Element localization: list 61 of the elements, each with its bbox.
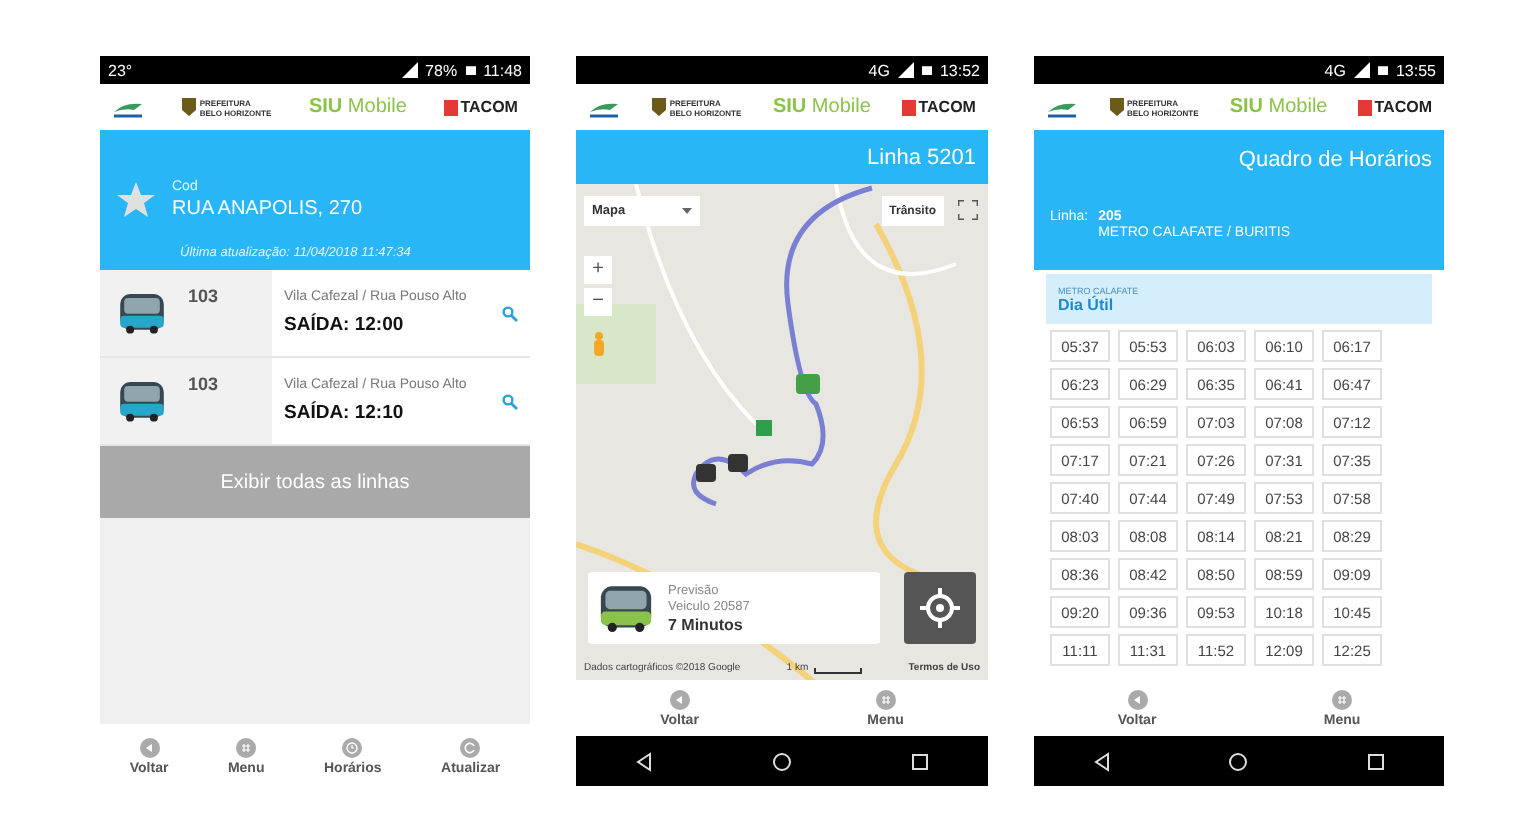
crosshair-icon xyxy=(920,588,960,628)
app-name: SIU Mobile xyxy=(1229,96,1328,118)
network-type: 4G xyxy=(868,61,890,79)
signal-icon xyxy=(1353,62,1370,78)
shield-icon xyxy=(651,98,666,116)
screen-title: Linha 5201 xyxy=(576,130,988,184)
locate-button[interactable] xyxy=(904,572,976,644)
partner-logo-icon xyxy=(902,99,917,115)
shield-icon xyxy=(181,98,196,116)
arrival-estimate: 7 Minutos xyxy=(668,615,745,633)
clock-icon xyxy=(342,738,363,758)
zoom-in-button[interactable]: + xyxy=(584,256,612,284)
bus-icon xyxy=(596,584,656,632)
status-time: 13:52 xyxy=(939,61,980,79)
home-icon[interactable] xyxy=(771,751,792,771)
refresh-icon xyxy=(460,738,481,758)
back-icon[interactable] xyxy=(634,751,655,771)
app-name: SIU Mobile xyxy=(772,96,871,118)
battery-icon xyxy=(1377,62,1388,78)
grid-icon xyxy=(875,689,896,709)
departure-time: SAÍDA: 12:10 xyxy=(284,402,406,424)
status-temperature: 23° xyxy=(108,61,133,79)
partner-name: TACOM xyxy=(460,98,518,116)
partner-name: TACOM xyxy=(1374,98,1432,116)
status-time: 13:55 xyxy=(1395,61,1436,79)
star-icon[interactable] xyxy=(116,181,156,219)
search-icon[interactable] xyxy=(502,306,518,322)
recents-icon[interactable] xyxy=(909,751,930,771)
grid-icon xyxy=(236,738,257,758)
app-name: SIU Mobile xyxy=(308,96,407,118)
caret-icon xyxy=(682,208,692,214)
grid-icon xyxy=(1332,689,1352,709)
battery-icon xyxy=(465,62,476,78)
line-number: 103 xyxy=(188,286,219,306)
scale-bar xyxy=(814,668,863,674)
zoom-out-button[interactable]: − xyxy=(584,288,612,316)
battery-icon xyxy=(921,62,932,78)
shield-icon xyxy=(1109,98,1124,116)
bus-icon xyxy=(116,380,168,422)
back-icon xyxy=(669,689,690,709)
partner-name: TACOM xyxy=(918,98,976,116)
signal-icon xyxy=(897,62,914,78)
home-icon[interactable] xyxy=(1228,751,1249,771)
departure-time: SAÍDA: 12:00 xyxy=(284,314,406,336)
status-time: 11:48 xyxy=(483,61,522,79)
screen-title: Quadro de Horários xyxy=(1034,130,1444,190)
fullscreen-icon[interactable] xyxy=(958,200,978,220)
search-icon[interactable] xyxy=(502,394,518,410)
partner-logo-icon xyxy=(444,99,459,115)
network-type: 4G xyxy=(1324,61,1346,79)
bus-icon xyxy=(116,292,168,334)
partner-logo-icon xyxy=(1358,99,1373,115)
back-icon xyxy=(139,738,160,758)
day-type: Dia Útil xyxy=(1058,295,1116,313)
signal-icon xyxy=(401,62,418,78)
back-icon xyxy=(1127,689,1147,709)
stop-name: RUA ANAPOLIS, 270 xyxy=(172,198,363,220)
line-number: 103 xyxy=(188,374,219,394)
back-icon[interactable] xyxy=(1092,751,1113,771)
recents-icon[interactable] xyxy=(1365,751,1386,771)
battery-level: 78% xyxy=(425,61,458,79)
